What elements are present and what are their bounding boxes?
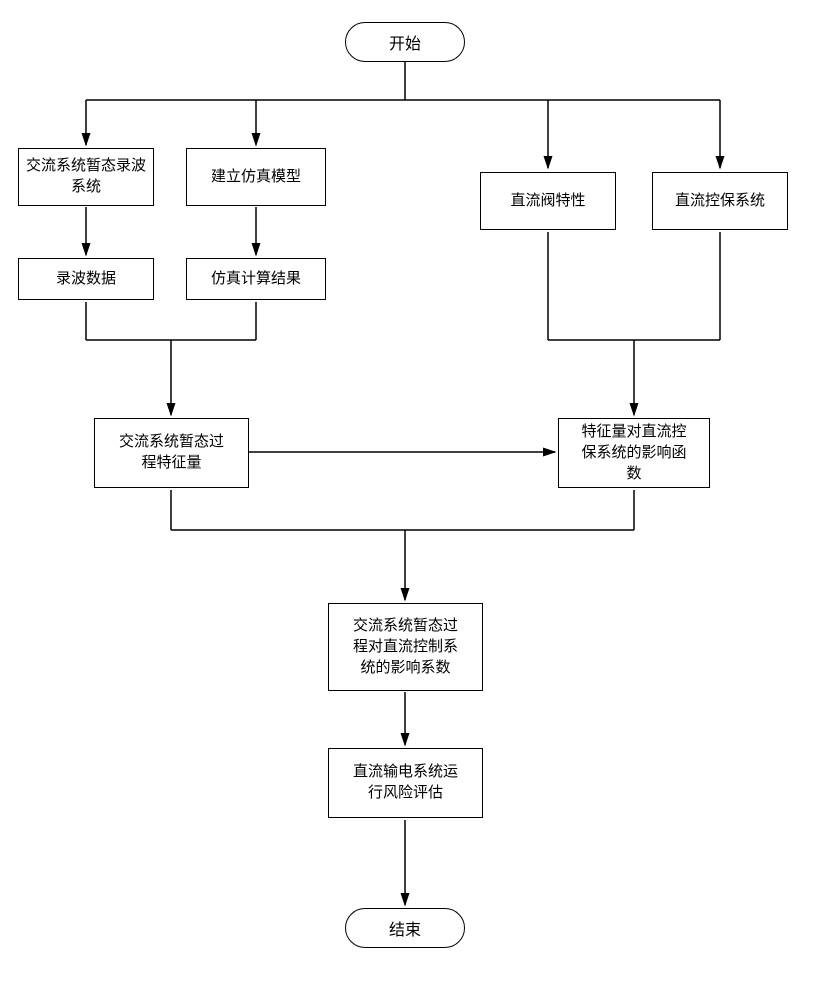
label-ac-transient-record-sys: 交流系统暂态录波 系统	[26, 156, 146, 198]
label-record-data: 录波数据	[56, 269, 116, 290]
terminator-start: 开始	[345, 22, 465, 62]
label-dc-valve-char: 直流阀特性	[510, 191, 585, 212]
box-ac-transient-impact-coef: 交流系统暂态过 程对直流控制系 统的影响系数	[328, 603, 483, 691]
box-sim-calc-result: 仿真计算结果	[186, 258, 326, 300]
box-record-data: 录波数据	[18, 258, 154, 300]
box-dc-valve-char: 直流阀特性	[480, 172, 616, 230]
box-feature-impact-func: 特征量对直流控 保系统的影响函 数	[558, 418, 710, 488]
box-ac-transient-record-sys: 交流系统暂态录波 系统	[18, 148, 154, 206]
label-sim-calc-result: 仿真计算结果	[211, 269, 301, 290]
terminator-end: 结束	[345, 908, 465, 948]
end-label: 结束	[389, 916, 421, 940]
box-dc-ctrl-protect-sys: 直流控保系统	[652, 172, 788, 230]
box-build-sim-model: 建立仿真模型	[186, 148, 326, 206]
label-ac-transient-impact-coef: 交流系统暂态过 程对直流控制系 统的影响系数	[353, 616, 458, 679]
label-build-sim-model: 建立仿真模型	[211, 167, 301, 188]
label-dc-ctrl-protect-sys: 直流控保系统	[675, 191, 765, 212]
box-ac-transient-feature: 交流系统暂态过 程特征量	[94, 418, 249, 488]
label-feature-impact-func: 特征量对直流控 保系统的影响函 数	[581, 422, 686, 485]
box-dc-transmission-risk: 直流输电系统运 行风险评估	[328, 748, 483, 818]
label-ac-transient-feature: 交流系统暂态过 程特征量	[119, 432, 224, 474]
start-label: 开始	[389, 30, 421, 54]
label-dc-transmission-risk: 直流输电系统运 行风险评估	[353, 762, 458, 804]
